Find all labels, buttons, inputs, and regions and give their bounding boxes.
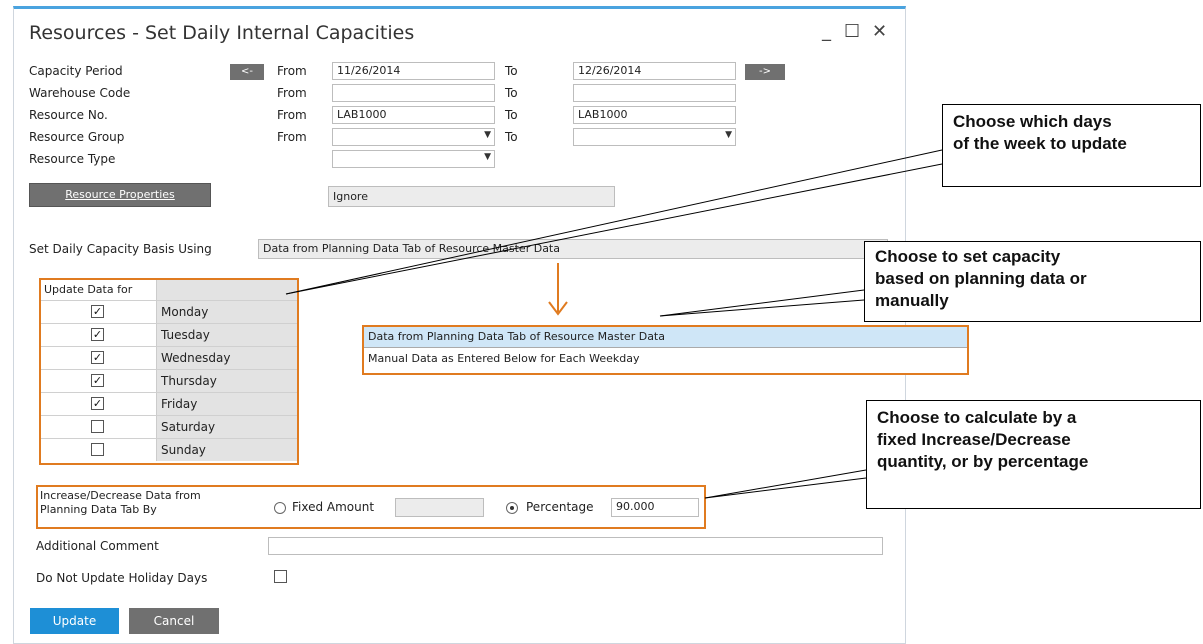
callout-connectors <box>285 149 943 499</box>
callout-days-line1: Choose which days <box>953 112 1112 131</box>
callout-basis-line1: Choose to set capacity <box>875 247 1061 266</box>
callout-basis-line2: based on planning data or <box>875 269 1087 288</box>
callout-calc: Choose to calculate by a fixed Increase/… <box>866 400 1201 509</box>
callout-basis: Choose to set capacity based on planning… <box>864 241 1201 322</box>
callout-calc-line3: quantity, or by percentage <box>877 452 1089 471</box>
callout-calc-line1: Choose to calculate by a <box>877 408 1077 427</box>
callout-calc-line2: fixed Increase/Decrease <box>877 430 1071 449</box>
callout-days-line2: of the week to update <box>953 134 1127 153</box>
callout-days: Choose which days of the week to update <box>942 104 1201 187</box>
callout-basis-line3: manually <box>875 291 949 310</box>
